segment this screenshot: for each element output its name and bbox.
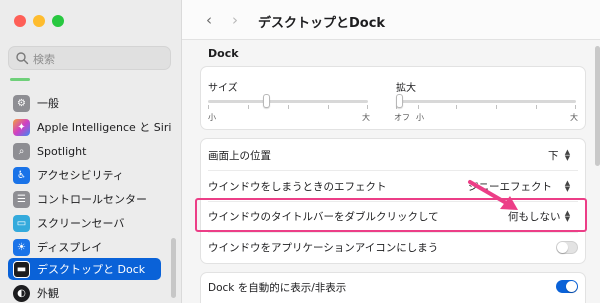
sidebar-item-apple-intelligence[interactable]: ✦ Apple Intelligence と Siri xyxy=(8,116,171,138)
size-min-label: 小 xyxy=(208,113,216,122)
sidebar-item-control-center[interactable]: ☰ コントロールセンター xyxy=(8,188,161,210)
close-window-button[interactable] xyxy=(14,15,26,27)
sidebar-item-display[interactable]: ☀ ディスプレイ xyxy=(8,236,161,258)
siri-icon: ✦ xyxy=(13,118,30,136)
appearance-icon: ◐ xyxy=(13,284,30,302)
sidebar-item-label: Spotlight xyxy=(37,144,87,158)
zoom-window-button[interactable] xyxy=(52,15,64,27)
sidebar-item-label: Apple Intelligence と Siri xyxy=(37,121,172,134)
sidebar-item-label: ディスプレイ xyxy=(37,241,103,254)
main-pane: ‹ › デスクトップとDock Dock サイズ 小 大 拡大 オフ 小 大 画… xyxy=(181,0,600,303)
display-icon: ☀ xyxy=(13,238,30,256)
sidebar-item-desktop-dock[interactable]: ▬ デスクトップと Dock xyxy=(8,258,161,280)
sidebar-item-appearance[interactable]: ◐ 外観 xyxy=(8,282,161,303)
toolbar: ‹ › デスクトップとDock xyxy=(182,0,600,40)
annotation-arrow-icon xyxy=(468,180,518,210)
dock-icon: ▬ xyxy=(13,260,30,278)
position-row[interactable]: 画面上の位置 下 ▲ ▼ xyxy=(200,140,586,171)
dock-size-card xyxy=(200,66,586,130)
screensaver-icon: ▭ xyxy=(13,214,30,232)
minimize-to-icon-label: ウインドウをアプリケーションアイコンにしまう xyxy=(208,242,439,254)
position-label: 画面上の位置 xyxy=(208,150,271,162)
magnify-max-label: 大 xyxy=(570,113,578,122)
accessibility-icon: ♿ xyxy=(13,166,30,184)
sidebar-item-label: 外観 xyxy=(37,287,59,300)
auto-hide-toggle[interactable] xyxy=(556,280,578,293)
sidebar-item-label: 一般 xyxy=(37,97,59,110)
auto-hide-row: Dock を自動的に表示/非表示 xyxy=(200,273,586,303)
sidebar: 検索 ⚙ 一般 ✦ Apple Intelligence と Siri ⌕ Sp… xyxy=(0,0,181,303)
size-max-label: 大 xyxy=(362,113,370,122)
partial-sidebar-item xyxy=(10,78,30,81)
control-center-icon: ☰ xyxy=(13,190,30,208)
search-icon xyxy=(16,52,29,65)
sidebar-item-label: スクリーンセーバ xyxy=(37,217,125,230)
search-field[interactable]: 検索 xyxy=(8,46,171,70)
minimize-to-icon-toggle[interactable] xyxy=(556,241,578,254)
magnify-min-label: 小 xyxy=(416,113,424,122)
position-value[interactable]: 下 xyxy=(548,148,559,163)
sidebar-item-general[interactable]: ⚙ 一般 xyxy=(8,92,161,114)
sidebar-item-label: デスクトップと Dock xyxy=(37,263,146,276)
minimize-effect-chevron-icon[interactable]: ▲ ▼ xyxy=(562,180,573,193)
annotation-highlight-box xyxy=(195,198,587,232)
auto-hide-label: Dock を自動的に表示/非表示 xyxy=(208,282,347,294)
minimize-window-button[interactable] xyxy=(33,15,45,27)
magnify-slider-track[interactable] xyxy=(396,100,576,103)
magnify-slider-knob[interactable] xyxy=(396,94,403,108)
minimize-effect-label: ウインドウをしまうときのエフェクト xyxy=(208,181,387,193)
sidebar-item-screensaver[interactable]: ▭ スクリーンセーバ xyxy=(8,212,161,234)
main-scrollbar[interactable] xyxy=(595,46,600,166)
dock-section-title: Dock xyxy=(208,47,239,60)
back-button[interactable]: ‹ xyxy=(200,11,218,29)
size-slider-knob[interactable] xyxy=(262,94,270,108)
sidebar-item-spotlight[interactable]: ⌕ Spotlight xyxy=(8,140,161,162)
position-chevron-icon[interactable]: ▲ ▼ xyxy=(562,149,573,162)
minimize-to-icon-row: ウインドウをアプリケーションアイコンにしまう xyxy=(200,232,586,263)
magnify-off-label: オフ xyxy=(394,113,410,122)
size-slider-label: サイズ xyxy=(208,83,238,94)
sidebar-scrollbar[interactable] xyxy=(171,238,176,298)
page-title: デスクトップとDock xyxy=(258,16,386,31)
magnify-slider-label: 拡大 xyxy=(396,83,416,94)
size-slider-track[interactable] xyxy=(208,100,368,103)
sidebar-item-label: コントロールセンター xyxy=(37,193,147,206)
search-placeholder: 検索 xyxy=(33,53,55,66)
spotlight-icon: ⌕ xyxy=(13,142,30,160)
forward-button[interactable]: › xyxy=(226,11,244,29)
gear-icon: ⚙ xyxy=(13,94,30,112)
sidebar-item-accessibility[interactable]: ♿ アクセシビリティ xyxy=(8,164,161,186)
sidebar-item-label: アクセシビリティ xyxy=(37,169,124,182)
